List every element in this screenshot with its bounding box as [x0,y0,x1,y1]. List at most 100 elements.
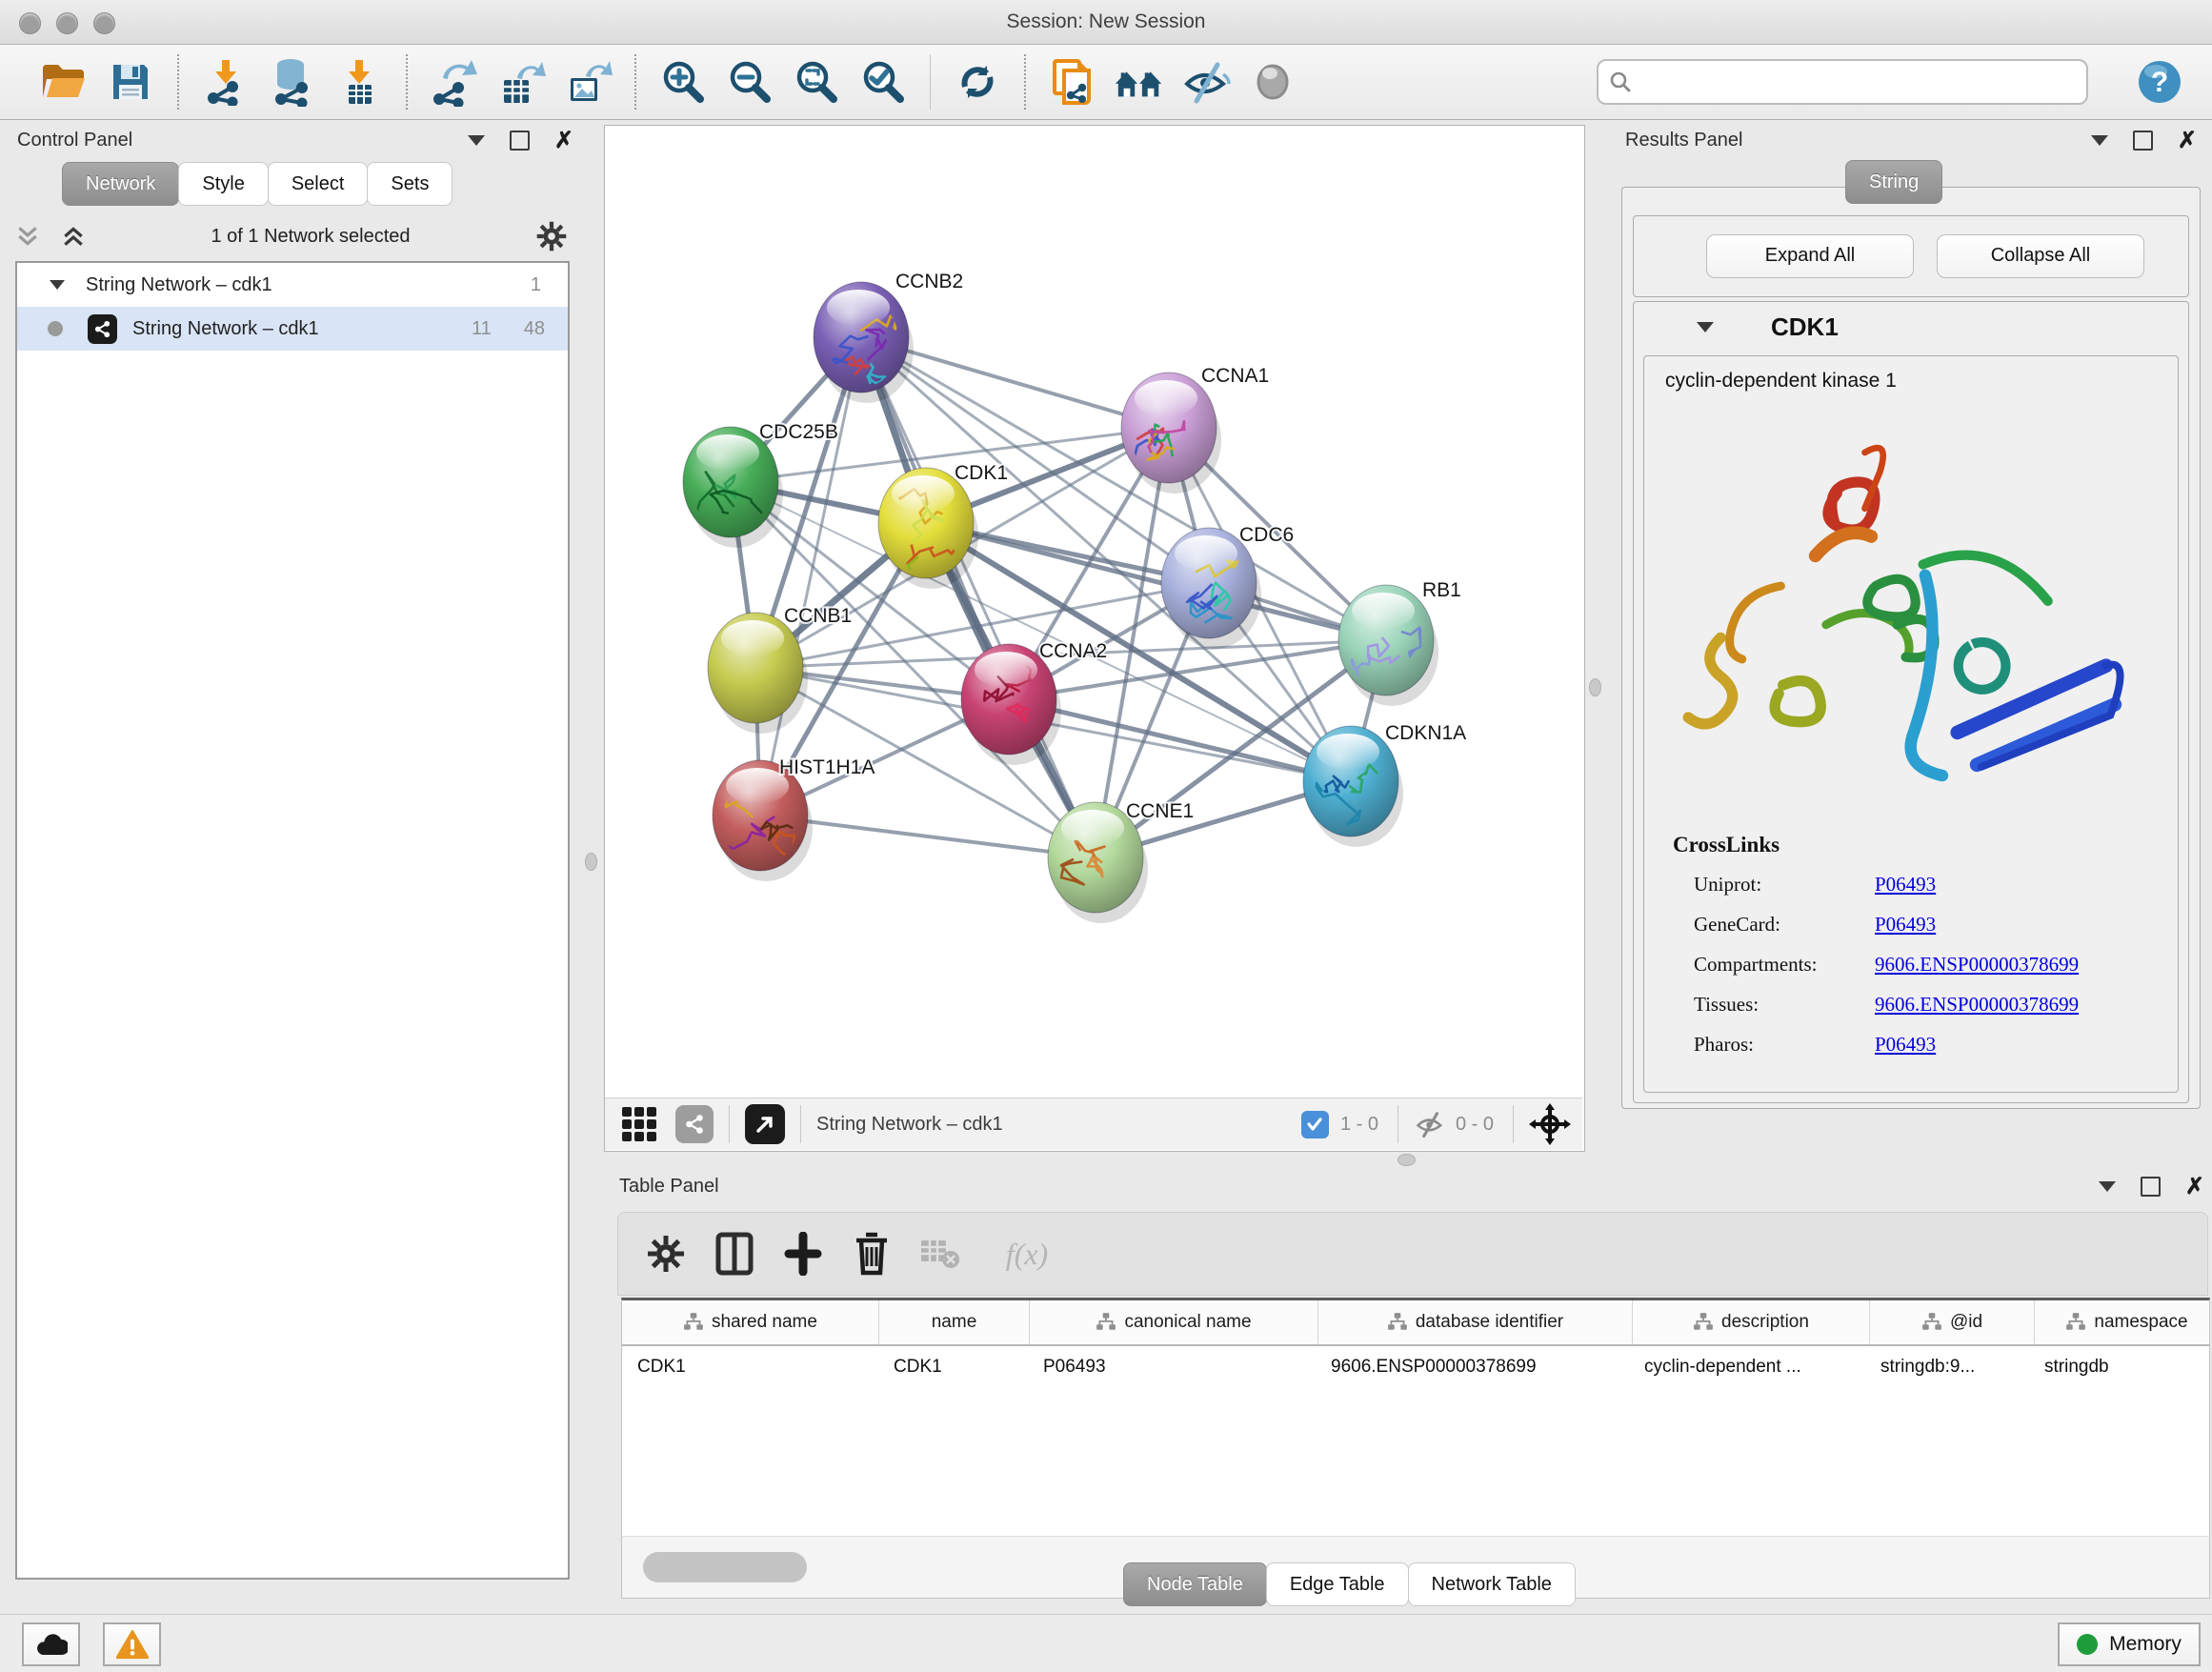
table-panel-float-icon[interactable] [2141,1177,2161,1197]
open-session-icon[interactable] [38,55,90,109]
column-header-database-identifier[interactable]: database identifier [1318,1300,1633,1344]
table-panel-title: Table Panel [619,1176,719,1198]
crosslink-link[interactable]: 9606.ENSP00000378699 [1875,953,2079,977]
gene-section-header[interactable]: CDK1 [1634,302,2188,352]
control-panel-close-icon[interactable]: ✗ [554,132,573,149]
export-image-icon[interactable] [562,55,613,109]
collapse-all-button[interactable]: Collapse All [1937,234,2144,278]
table-row[interactable]: CDK1CDK1P064939606.ENSP00000378699cyclin… [622,1346,2209,1388]
table-panel: Table Panel ✗ f(x) shared namenamecanoni… [604,1170,2212,1610]
selected-checkbox-icon[interactable] [1301,1111,1329,1138]
table-options-gear-icon[interactable] [641,1229,691,1279]
crosslink-link[interactable]: P06493 [1875,913,1936,937]
control-panel-menu-icon[interactable] [468,135,485,146]
node-label-ccna1: CCNA1 [1201,365,1269,387]
zoom-selected-icon[interactable] [857,55,909,109]
import-table-from-file-icon[interactable] [333,55,385,109]
table-panel-menu-icon[interactable] [2099,1181,2116,1192]
close-window-button[interactable] [19,12,41,34]
zoom-window-button[interactable] [93,12,115,34]
table-cell: CDK1 [622,1346,878,1388]
minimize-window-button[interactable] [56,12,78,34]
node-ccne1[interactable]: CCNE1 [1048,800,1194,923]
zoom-in-icon[interactable] [657,55,709,109]
shared-column-icon [1693,1312,1714,1333]
home-icon[interactable] [1114,55,1165,109]
gene-section: CDK1 cyclin-dependent kinase 1 CrossLi [1633,301,2189,1103]
table-cell: CDK1 [878,1346,1028,1388]
collapse-all-icon[interactable] [15,224,40,249]
network-collection-row[interactable]: String Network – cdk1 1 [17,263,568,307]
export-network-icon[interactable] [429,55,480,109]
column-header--id[interactable]: @id [1870,1300,2035,1344]
tab-node-table[interactable]: Node Table [1123,1562,1267,1606]
network-row[interactable]: String Network – cdk1 11 48 [17,307,568,351]
node-table: shared namenamecanonical namedatabase id… [621,1298,2210,1539]
control-panel-float-icon[interactable] [510,131,530,151]
birdseye-navigator-icon[interactable] [1529,1103,1571,1145]
show-columns-icon[interactable] [710,1229,759,1279]
node-ccnb1[interactable]: CCNB1 [708,605,852,734]
tab-network-table[interactable]: Network Table [1408,1562,1576,1606]
node-rb1[interactable]: RB1 [1338,579,1461,706]
zoom-fit-content-icon[interactable] [791,55,842,109]
right-splitter-handle[interactable] [1589,678,1601,696]
tab-network[interactable]: Network [62,162,179,206]
crosslink-link[interactable]: 9606.ENSP00000378699 [1875,993,2079,1017]
node-ccna2[interactable]: CCNA2 [961,640,1107,765]
save-session-icon[interactable] [105,55,156,109]
node-cdk1[interactable]: CDK1 [878,462,1008,589]
node-cdkn1a[interactable]: CDKN1A [1303,722,1466,847]
help-icon[interactable]: ? [2134,55,2185,109]
node-label-ccne1: CCNE1 [1126,800,1194,822]
export-table-icon[interactable] [495,55,547,109]
collection-collapse-icon[interactable] [50,280,65,290]
show-all-icon[interactable] [1247,55,1298,109]
results-panel-close-icon[interactable]: ✗ [2178,132,2197,149]
bottom-splitter-handle[interactable] [1398,1154,1416,1166]
search-input[interactable] [1633,71,2077,93]
tab-style[interactable]: Style [178,162,268,206]
edge-ccnb2-ccne1[interactable] [861,337,1096,857]
column-header-shared-name[interactable]: shared name [622,1300,879,1344]
results-panel-float-icon[interactable] [2133,131,2153,151]
tab-select[interactable]: Select [268,162,369,206]
tab-string[interactable]: String [1845,160,1942,204]
expand-all-button[interactable]: Expand All [1706,234,1914,278]
left-splitter-handle[interactable] [585,853,597,871]
search-field[interactable] [1597,59,2088,105]
import-string-network-icon[interactable] [1047,55,1098,109]
crosslink-link[interactable]: P06493 [1875,1033,1936,1057]
delete-column-icon[interactable] [847,1229,896,1279]
hscrollbar-thumb[interactable] [643,1552,807,1582]
add-column-icon[interactable] [778,1229,828,1279]
grid-view-icon[interactable] [620,1105,658,1143]
memory-button[interactable]: Memory [2058,1622,2201,1666]
gene-collapse-icon[interactable] [1697,322,1714,332]
detach-view-icon[interactable] [745,1104,785,1144]
table-panel-close-icon[interactable]: ✗ [2185,1178,2204,1195]
column-header-canonical-name[interactable]: canonical name [1030,1300,1318,1344]
import-network-from-database-icon[interactable] [267,55,318,109]
import-network-from-file-icon[interactable] [200,55,251,109]
tab-sets[interactable]: Sets [367,162,452,206]
tab-edge-table[interactable]: Edge Table [1266,1562,1409,1606]
column-header-description[interactable]: description [1633,1300,1870,1344]
network-options-gear-icon[interactable] [535,220,568,252]
zoom-out-icon[interactable] [724,55,775,109]
warnings-button[interactable] [103,1622,161,1666]
expand-all-icon[interactable] [61,224,86,249]
network-badge-icon[interactable] [675,1105,714,1143]
node-ccna1[interactable]: CCNA1 [1121,365,1269,494]
hide-selected-icon[interactable] [1180,55,1232,109]
results-panel-menu-icon[interactable] [2091,135,2108,146]
network-svg[interactable]: CCNB2CCNA1CDC25BCDK1CDC6RB1CCNB1CCNA2CDK… [605,126,1582,1098]
crosslink-link[interactable]: P06493 [1875,873,1936,896]
refresh-icon[interactable] [952,55,1003,109]
node-hist1h1a[interactable]: HIST1H1A [713,756,875,881]
cloud-button[interactable] [22,1622,80,1666]
status-bar: Memory [0,1614,2212,1672]
column-header-namespace[interactable]: namespace [2035,1300,2212,1344]
edge-ccnb2-hist1h1a[interactable] [760,337,861,816]
column-header-name[interactable]: name [879,1300,1030,1344]
